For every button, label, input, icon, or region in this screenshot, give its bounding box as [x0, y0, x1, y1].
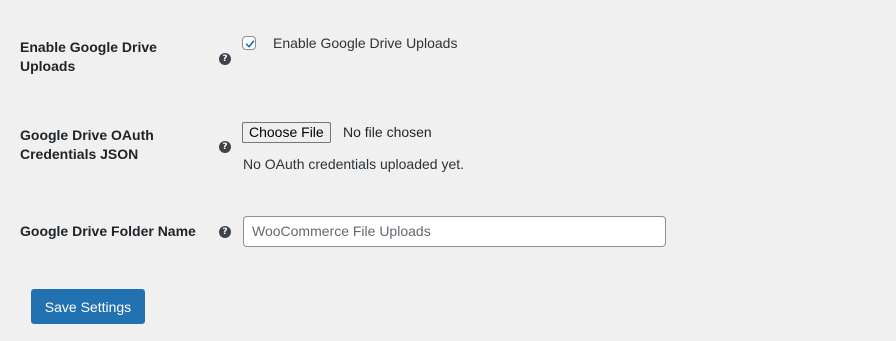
folder-name-label: Google Drive Folder Name [20, 223, 196, 239]
help-icon[interactable]: ? [219, 141, 231, 153]
help-icon[interactable]: ? [219, 53, 231, 65]
help-icon[interactable]: ? [219, 226, 231, 238]
enable-uploads-checkbox-label[interactable]: Enable Google Drive Uploads [273, 34, 457, 52]
folder-name-input[interactable]: WooCommerce File Uploads [243, 216, 666, 247]
oauth-description: No OAuth credentials uploaded yet. [243, 156, 465, 172]
choose-file-button[interactable]: Choose File [242, 122, 331, 143]
enable-uploads-label: Enable Google Drive Uploads [20, 39, 157, 74]
oauth-credentials-label: Google Drive OAuth Credentials JSON [20, 127, 154, 162]
save-settings-button[interactable]: Save Settings [31, 289, 145, 324]
file-status-text: No file chosen [343, 124, 432, 140]
checkmark-icon [245, 40, 255, 48]
enable-uploads-checkbox[interactable] [242, 36, 256, 50]
